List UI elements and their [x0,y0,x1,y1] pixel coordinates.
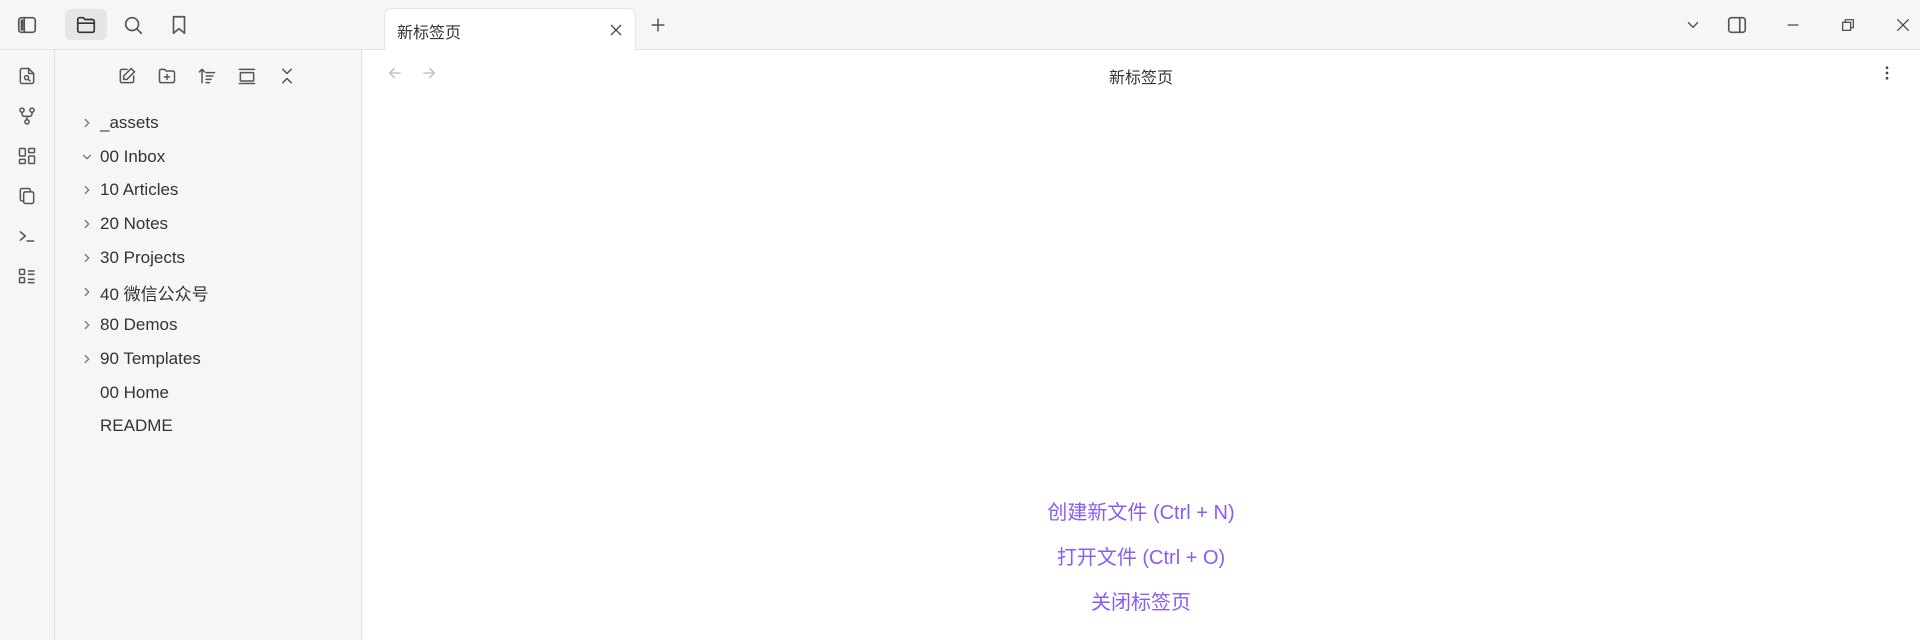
sort-button[interactable] [193,62,221,90]
chevron-right-icon[interactable] [77,180,97,200]
ribbon-button-graph[interactable] [13,102,41,130]
tree-folder[interactable]: _assets [75,108,355,138]
tree-folder[interactable]: 30 Projects [75,243,355,273]
tab-search[interactable] [112,9,154,40]
bookmark-icon [168,14,190,36]
chevron-right-icon[interactable] [77,248,97,268]
chevron-down-icon[interactable] [77,147,97,167]
plus-icon [648,15,668,35]
layout-dashboard-icon [17,146,37,166]
list-icon [17,266,37,286]
ribbon-button-canvas[interactable] [13,142,41,170]
terminal-icon [17,226,37,246]
file-explorer: _assets 00 Inbox 10 Articles 20 Notes 30 Pro… [55,50,362,640]
ribbon [0,50,55,640]
view-header: 新标签页 [362,50,1920,98]
tree-item-label: 10 Articles [100,180,179,199]
tree-folder[interactable]: 20 Notes [75,209,355,239]
search-icon [122,14,144,36]
tree-item-label: 30 Projects [100,248,186,267]
tab-bookmarks[interactable] [158,9,200,40]
new-folder-button[interactable] [153,62,181,90]
tab-new-tab[interactable]: 新标签页 [384,8,636,51]
tab-files[interactable] [65,9,107,40]
tree-item-label: 00 Home [100,383,169,402]
ribbon-button-outline[interactable] [13,262,41,290]
more-options-button[interactable] [1874,60,1900,86]
auto-reveal-button[interactable] [233,62,261,90]
chevron-down-icon [1684,16,1702,34]
tree-folder[interactable]: 00 Inbox [75,142,355,172]
tree-folder[interactable]: 80 Demos [75,310,355,340]
sort-icon [197,66,217,86]
tree-item-label: 20 Notes [100,214,169,233]
chevron-right-icon[interactable] [77,349,97,369]
tree-folder[interactable]: 10 Articles [75,175,355,205]
tree-folder[interactable]: 40 微信公众号 [75,277,355,307]
file-search-icon [17,66,37,86]
minimize-icon [1785,17,1801,33]
sidebar-right-icon [1726,14,1748,36]
toggle-sidebar-button[interactable] [6,9,48,40]
chevron-right-icon[interactable] [77,282,97,302]
more-vertical-icon [1878,64,1896,82]
new-folder-icon [157,66,177,86]
toggle-right-sidebar-button[interactable] [1724,12,1750,38]
tree-file[interactable]: 00 Home [75,378,355,408]
new-note-icon [117,66,137,86]
close-window-icon [1895,17,1911,33]
new-note-button[interactable] [113,62,141,90]
chevron-right-icon[interactable] [77,113,97,133]
new-tab-button[interactable] [645,12,671,38]
sidebar-header [0,0,362,50]
ribbon-button-quick-switcher[interactable] [13,62,41,90]
tab-bar: 新标签页 [362,0,1920,51]
tree-item-label: 90 Templates [100,349,201,368]
graph-icon [17,106,37,126]
view-title: 新标签页 [1108,70,1173,87]
tab-close-button[interactable] [605,19,627,41]
tree-folder[interactable]: 90 Templates [75,344,355,374]
tree-file[interactable]: README [75,411,355,441]
open-file-link[interactable]: 打开文件 (Ctrl + O) [362,541,1920,570]
restore-icon [1840,17,1856,33]
tree-item-label: 80 Demos [100,315,178,334]
restore-button[interactable] [1835,12,1861,38]
collapse-all-icon [277,66,297,86]
close-icon [608,22,624,38]
minimize-button[interactable] [1780,12,1806,38]
chevron-right-icon[interactable] [77,315,97,335]
tab-list-button[interactable] [1680,12,1706,38]
folder-icon [75,14,97,36]
sidebar-left-icon [16,14,38,36]
chevron-right-icon[interactable] [77,214,97,234]
auto-reveal-icon [237,66,257,86]
create-new-file-link[interactable]: 创建新文件 (Ctrl + N) [362,496,1920,525]
tree-item-label: 40 微信公众号 [100,284,209,304]
close-window-button[interactable] [1890,12,1916,38]
tree-item-label: 00 Inbox [100,147,166,166]
tree-item-label: _assets [100,113,159,132]
ribbon-button-command-palette[interactable] [13,222,41,250]
tab-title: 新标签页 [397,25,462,42]
close-tab-link[interactable]: 关闭标签页 [362,586,1920,615]
copy-icon [17,186,37,206]
collapse-all-button[interactable] [273,62,301,90]
tree-item-label: README [100,416,173,435]
ribbon-button-templates[interactable] [13,182,41,210]
